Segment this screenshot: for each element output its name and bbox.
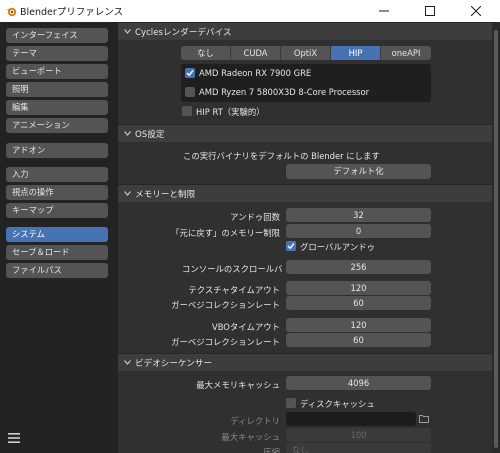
disk-max-cache-label: 最大キャッシュ <box>221 432 280 442</box>
hip-rt-label: HIP RT（実験的） <box>196 107 265 117</box>
texture-timeout-label: テクスチャタイムアウト <box>188 285 280 295</box>
close-icon <box>471 6 481 16</box>
blender-logo-icon <box>6 7 17 17</box>
sidebar-item-editing[interactable]: 編集 <box>6 100 108 115</box>
window-title: Blenderプリファレンス <box>20 7 124 18</box>
sidebar-item-lights[interactable]: 照明 <box>6 82 108 97</box>
max-cache-field[interactable]: 4096 <box>286 376 431 390</box>
section-header-memory[interactable]: メモリーと制限 <box>118 184 492 202</box>
preferences-content: Cyclesレンダーデバイス なし CUDA OptiX HIP oneAPI … <box>118 22 492 453</box>
checkmark-icon <box>287 243 295 250</box>
chevron-down-icon <box>124 360 131 365</box>
sidebar-item-animation[interactable]: アニメーション <box>6 118 108 133</box>
chevron-down-icon <box>124 29 131 34</box>
chevron-down-icon <box>124 191 131 196</box>
undo-memory-label: 「元に戻す」のメモリー制限 <box>171 228 280 238</box>
global-undo-checkbox[interactable] <box>286 241 296 251</box>
minimize-icon <box>379 10 389 12</box>
directory-label: ディレクトリ <box>230 416 280 426</box>
sidebar-item-file-paths[interactable]: ファイルパス <box>6 263 108 278</box>
section-header-os[interactable]: OS設定 <box>118 124 492 142</box>
tab-hip[interactable]: HIP <box>331 46 381 60</box>
tab-none[interactable]: なし <box>181 46 231 60</box>
directory-field[interactable] <box>286 412 416 426</box>
sidebar-item-viewport[interactable]: ビューポート <box>6 64 108 79</box>
vbo-timeout-label: VBOタイムアウト <box>211 322 280 332</box>
section-header-sequencer[interactable]: ビデオシーケンサー <box>118 353 492 371</box>
checkmark-icon <box>186 70 194 77</box>
minimize-button[interactable] <box>362 0 408 22</box>
section-title: Cyclesレンダーデバイス <box>135 28 232 38</box>
undo-memory-field[interactable]: 0 <box>286 224 431 238</box>
sidebar-item-themes[interactable]: テーマ <box>6 46 108 61</box>
device-label-gpu: AMD Radeon RX 7900 GRE <box>199 68 312 78</box>
texture-gc-field[interactable]: 60 <box>286 296 431 310</box>
compression-label: 圧縮 <box>263 447 280 453</box>
set-default-button[interactable]: デフォルト化 <box>286 164 431 179</box>
section-header-cycles[interactable]: Cyclesレンダーデバイス <box>118 22 492 40</box>
compression-dropdown[interactable]: なし <box>286 443 431 453</box>
maximize-button[interactable] <box>408 0 454 22</box>
tab-optix[interactable]: OptiX <box>281 46 331 60</box>
texture-gc-label: ガーベジコレクションレート <box>171 300 280 310</box>
folder-icon[interactable] <box>419 414 429 423</box>
disk-max-cache-field[interactable]: 100 <box>286 428 431 442</box>
os-description: この実行バイナリをデフォルトの Blender にします <box>183 151 380 161</box>
sidebar-item-interface[interactable]: インターフェイス <box>6 28 108 43</box>
hip-rt-checkbox[interactable] <box>182 106 192 116</box>
sidebar-item-addons[interactable]: アドオン <box>6 143 108 158</box>
sidebar-item-navigation[interactable]: 視点の操作 <box>6 185 108 200</box>
vbo-gc-field[interactable]: 60 <box>286 333 431 347</box>
undo-steps-label: アンドゥ回数 <box>230 212 280 222</box>
device-checkbox-cpu[interactable] <box>185 87 195 97</box>
sidebar: インターフェイス テーマ ビューポート 照明 編集 アニメーション アドオン 入… <box>0 22 118 453</box>
tab-oneapi[interactable]: oneAPI <box>381 46 431 60</box>
disk-cache-label: ディスクキャッシュ <box>300 399 375 409</box>
sidebar-item-input[interactable]: 入力 <box>6 167 108 182</box>
console-scrollback-label: コンソールのスクロールバ... <box>182 264 282 274</box>
maximize-icon <box>425 6 435 16</box>
sidebar-item-keymap[interactable]: キーマップ <box>6 203 108 218</box>
vbo-timeout-field[interactable]: 120 <box>286 318 431 332</box>
undo-steps-field[interactable]: 32 <box>286 208 431 222</box>
close-button[interactable] <box>454 0 500 22</box>
vbo-gc-label: ガーベジコレクションレート <box>171 337 280 347</box>
chevron-down-icon <box>124 131 131 136</box>
hamburger-menu-icon[interactable] <box>8 433 20 443</box>
max-cache-label: 最大メモリキャッシュ <box>196 380 280 390</box>
sidebar-item-system[interactable]: システム <box>6 227 108 242</box>
sidebar-item-save-load[interactable]: セーブ＆ロード <box>6 245 108 260</box>
global-undo-label: グローバルアンドゥ <box>300 242 375 252</box>
tab-cuda[interactable]: CUDA <box>231 46 281 60</box>
texture-timeout-field[interactable]: 120 <box>286 281 431 295</box>
device-label-cpu: AMD Ryzen 7 5800X3D 8-Core Processor <box>199 87 370 97</box>
title-bar: Blenderプリファレンス <box>0 0 500 22</box>
section-title: OS設定 <box>135 130 165 140</box>
device-checkbox-gpu[interactable] <box>185 68 195 78</box>
section-title: ビデオシーケンサー <box>135 359 213 369</box>
scrollbar-thumb[interactable] <box>494 30 498 448</box>
disk-cache-checkbox[interactable] <box>286 398 296 408</box>
section-title: メモリーと制限 <box>135 190 196 200</box>
console-scrollback-field[interactable]: 256 <box>286 260 431 274</box>
